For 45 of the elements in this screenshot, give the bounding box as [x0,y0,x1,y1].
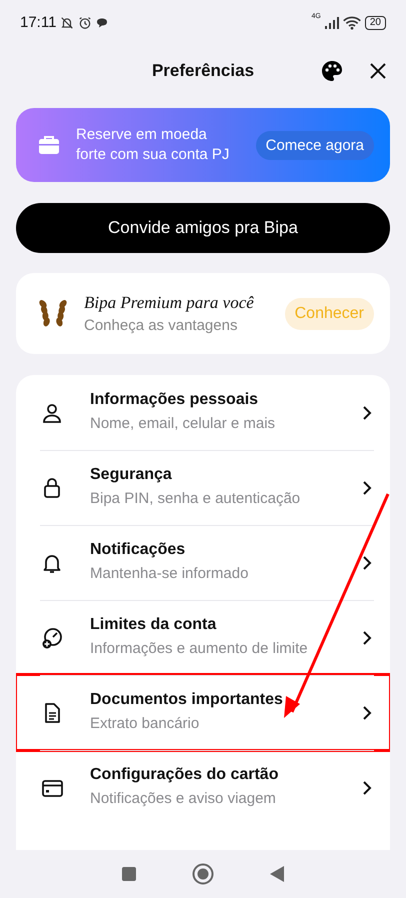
battery-indicator: 20 [364,16,386,30]
row-subtitle: Mantenha-se informado [90,564,250,584]
back-icon[interactable] [270,866,284,882]
row-title: Segurança [90,466,173,484]
gauge-icon [40,626,64,650]
chevron-icon [362,480,372,496]
row-subtitle: Bipa PIN, senha e autenticação [90,489,302,509]
row-title: Limites da conta [90,616,218,634]
signal-icon [324,16,339,28]
premium-subtitle: Conheça as vantagens [84,317,238,334]
promo-text: Reserve em moeda forte com sua conta PJ [76,125,230,165]
wifi-icon [342,16,361,30]
settings-row[interactable]: Documentos importantes Extrato bancário [16,675,390,750]
settings-row[interactable]: Configurações do cartão Notificações e aviso viagem [16,750,390,825]
settings-row[interactable]: Segurança Bipa PIN, senha e autenticação [16,450,390,525]
home-icon[interactable] [192,863,214,885]
row-title: Documentos importantes [90,691,284,709]
row-subtitle: Notificações e aviso viagem [90,789,277,809]
chevron-icon [362,554,372,570]
briefcase-icon [38,135,60,155]
chevron-icon [362,404,372,420]
chevron-icon [362,780,372,796]
status-time: 17:11 [20,14,56,31]
invite-button[interactable]: Convide amigos pra Bipa [16,203,390,253]
settings-row[interactable]: Limites da conta Informações e aumento de limite [16,600,390,675]
page-title: Preferências [152,61,254,81]
bell-off-icon [60,16,74,30]
row-title: Informações pessoais [90,391,260,409]
close-icon[interactable] [370,63,386,79]
chevron-icon [362,704,372,720]
premium-title: Bipa Premium para você [84,293,255,313]
alarm-icon [78,16,92,30]
promo-banner[interactable]: Reserve em moeda forte com sua conta PJ Comece agora [16,108,390,182]
chat-icon [96,16,108,28]
premium-card[interactable]: Bipa Premium para você Conheça as vantagens Conhecer [16,273,390,354]
palette-icon[interactable] [320,59,344,83]
start-button[interactable]: Comece agora [256,130,374,160]
row-title: Configurações do cartão [90,766,280,784]
chevron-icon [362,630,372,646]
settings-row[interactable]: Notificações Mantenha-se informado [16,525,390,600]
settings-row[interactable]: Informações pessoais Nome, email, celular e mais [16,375,390,450]
row-subtitle: Nome, email, celular e mais [90,414,276,434]
row-subtitle: Extrato bancário [90,714,200,734]
row-subtitle: Informações e aumento de limite [90,639,309,659]
row-title: Notificações [90,541,186,559]
